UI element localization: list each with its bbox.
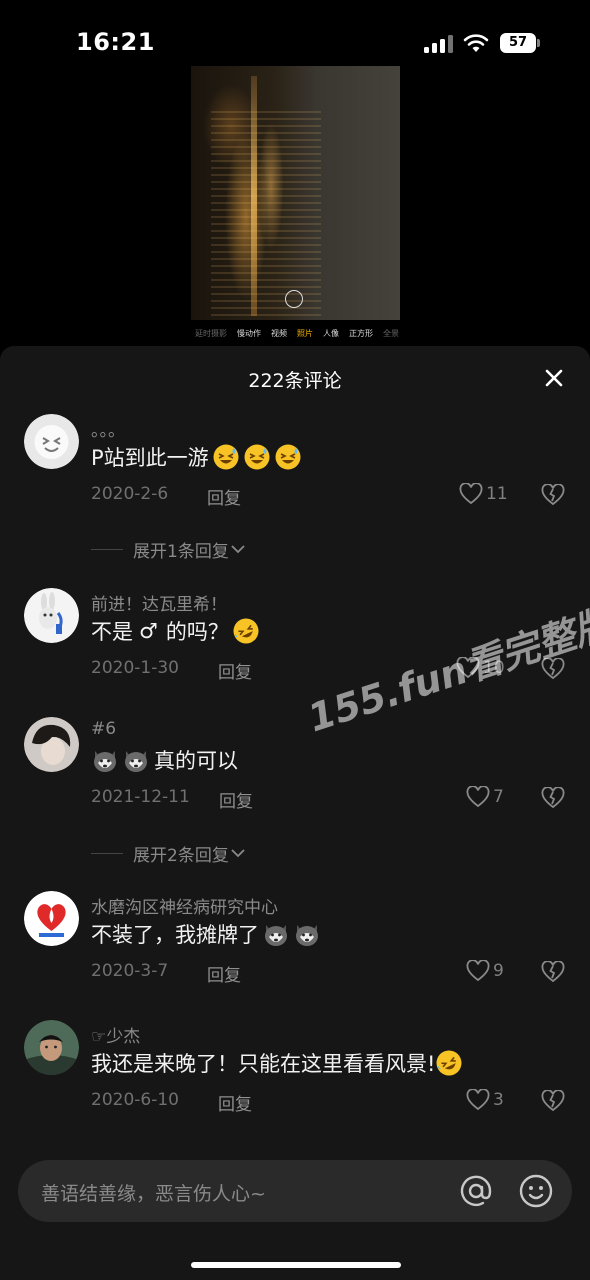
like-button[interactable]: 9 (466, 959, 504, 983)
laugh-sweat-emoji (244, 444, 270, 470)
wifi-icon (463, 34, 489, 52)
reply-button[interactable]: 回复 (207, 961, 241, 986)
avatar[interactable] (24, 891, 79, 946)
username[interactable]: 前进！达瓦里希！ (91, 590, 227, 615)
reply-button[interactable]: 回复 (207, 484, 241, 509)
emoji-icon[interactable] (518, 1173, 554, 1209)
camera-mode: 慢动作 (237, 329, 261, 338)
comment-input[interactable]: 善语结善缘，恶言伤人心~ (18, 1160, 572, 1222)
screen: 16:21 57 延时摄影 慢动作 视频 照片 人像 正方形 全景 222条评论 (0, 0, 590, 1280)
username[interactable]: #6 (91, 719, 116, 739)
husky-emoji (265, 925, 287, 946)
status-time: 16:21 (76, 28, 155, 56)
comment-text: 不是 ♂ 的吗？ (91, 616, 260, 646)
husky-emoji (125, 751, 147, 772)
at-icon[interactable] (458, 1173, 494, 1209)
like-button[interactable]: 3 (466, 1088, 504, 1112)
comment-text-content: 真的可以 (154, 749, 238, 773)
heart-icon (466, 960, 490, 982)
like-count: 11 (486, 484, 508, 504)
chevron-down-icon (231, 849, 245, 858)
comment-text: 不装了，我摊牌了 (91, 919, 321, 949)
battery-icon: 57 (500, 33, 540, 53)
husky-emoji (94, 751, 116, 772)
comment-date: 2020-1-30 (91, 658, 179, 678)
like-button[interactable]: 11 (459, 482, 508, 506)
laugh-sweat-emoji (213, 444, 239, 470)
comment-text: 我还是来晚了！只能在这里看看风景! (91, 1048, 463, 1078)
comment-item: #6 真的可以 2021-12-11 回复 7 (0, 717, 590, 817)
avatar[interactable] (24, 1020, 79, 1075)
comment-text-before: 不是 (91, 620, 133, 644)
username[interactable]: ☞少杰 (91, 1022, 140, 1047)
male-symbol: ♂ (139, 619, 158, 643)
comment-text-after: 的吗？ (165, 620, 229, 644)
broken-heart-icon[interactable] (541, 1090, 565, 1112)
comment-text-content: 不装了，我摊牌了 (91, 923, 259, 947)
husky-emoji (296, 925, 318, 946)
chevron-down-icon (231, 545, 245, 554)
heart-icon (466, 786, 490, 808)
comment-item: 水磨沟区神经病研究中心 不装了，我摊牌了 2020-3-7 回复 9 (0, 891, 590, 991)
rofl-emoji (233, 618, 259, 644)
camera-mode: 延时摄影 (195, 329, 227, 338)
expand-replies-button[interactable]: 展开2条回复 (91, 841, 247, 866)
broken-heart-icon[interactable] (541, 787, 565, 809)
comment-date: 2020-3-7 (91, 961, 169, 981)
username[interactable]: 水磨沟区神经病研究中心 (91, 893, 278, 918)
rofl-emoji (436, 1050, 462, 1076)
video-preview[interactable] (191, 66, 400, 320)
camera-mode-active: 照片 (297, 329, 313, 338)
broken-heart-icon[interactable] (541, 961, 565, 983)
comment-item: 。。。 P站到此一游 2020-2-6 回复 11 (0, 414, 590, 514)
home-indicator[interactable] (191, 1262, 401, 1268)
like-button[interactable]: 7 (466, 785, 504, 809)
camera-mode-bar: 延时摄影 慢动作 视频 照片 人像 正方形 全景 (195, 328, 399, 342)
comment-date: 2021-12-11 (91, 787, 190, 807)
camera-mode: 正方形 (349, 329, 373, 338)
reply-button[interactable]: 回复 (219, 787, 253, 812)
battery-level: 57 (500, 33, 536, 53)
comment-item: ☞少杰 我还是来晚了！只能在这里看看风景! 2020-6-10 回复 3 (0, 1020, 590, 1120)
camera-mode: 视频 (271, 329, 287, 338)
camera-flip-icon (285, 290, 303, 308)
expand-replies-label: 展开1条回复 (133, 541, 229, 562)
like-count: 3 (493, 1090, 504, 1110)
cellular-signal-icon (424, 35, 454, 53)
camera-mode: 全景 (383, 329, 399, 338)
panel-title: 222条评论 (248, 370, 342, 392)
broken-heart-icon[interactable] (541, 484, 565, 506)
expand-replies-button[interactable]: 展开1条回复 (91, 537, 247, 562)
avatar[interactable] (24, 414, 79, 469)
heart-icon (466, 1089, 490, 1111)
reply-button[interactable]: 回复 (218, 658, 252, 683)
comment-text: 真的可以 (91, 745, 238, 775)
camera-mode: 人像 (323, 329, 339, 338)
username[interactable]: 。。。 (91, 416, 125, 441)
comment-date: 2020-6-10 (91, 1090, 179, 1110)
like-count: 7 (493, 787, 504, 807)
heart-icon (459, 483, 483, 505)
expand-replies-label: 展开2条回复 (133, 845, 229, 866)
avatar[interactable] (24, 588, 79, 643)
comment-text: P站到此一游 (91, 442, 302, 472)
comments-panel: 222条评论 。。。 P站到此一游 2020-2-6 回复 11 展开1条回复 … (0, 346, 590, 1280)
like-count: 9 (493, 961, 504, 981)
avatar[interactable] (24, 717, 79, 772)
comment-input-placeholder: 善语结善缘，恶言伤人心~ (41, 1183, 266, 1205)
laugh-sweat-emoji (275, 444, 301, 470)
comment-date: 2020-2-6 (91, 484, 169, 504)
reply-button[interactable]: 回复 (218, 1090, 252, 1115)
comment-text-content: 我还是来晚了！只能在这里看看风景! (91, 1052, 436, 1076)
comment-text-content: P站到此一游 (91, 446, 209, 470)
close-icon[interactable] (541, 365, 567, 391)
